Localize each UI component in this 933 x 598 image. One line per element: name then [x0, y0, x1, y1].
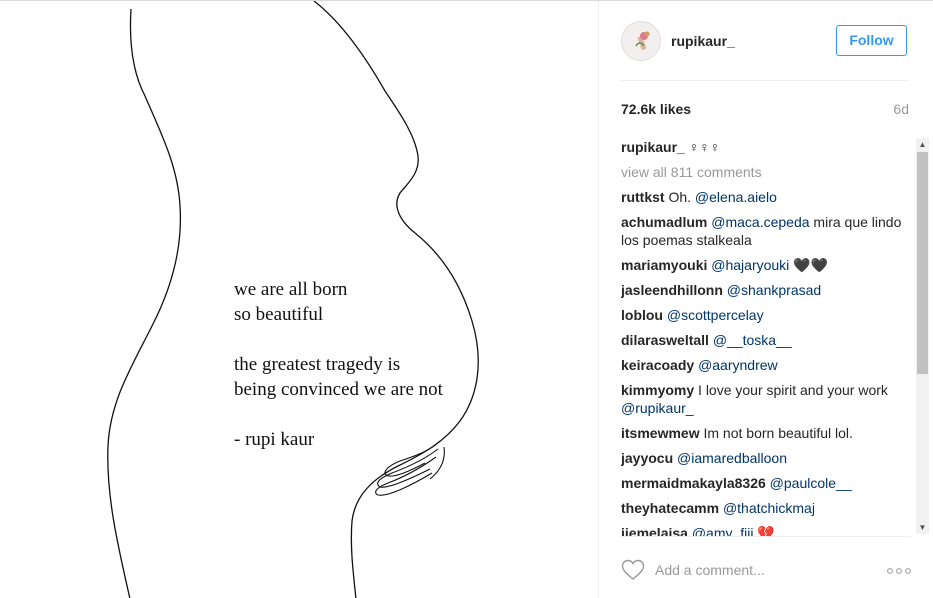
- avatar[interactable]: [621, 21, 661, 61]
- comments-list[interactable]: rupikaur_ ♀♀♀ view all 811 comments rutt…: [621, 138, 911, 536]
- comment-row: mariamyouki @hajaryouki 🖤🖤: [621, 256, 911, 274]
- comment-mention-link[interactable]: @paulcole__: [770, 475, 852, 491]
- poem-line: the greatest tragedy is: [234, 354, 401, 375]
- comment-row: kimmyomy I love your spirit and your wor…: [621, 381, 911, 417]
- comment-text: Oh.: [668, 189, 695, 205]
- comment-username[interactable]: jjemelaisa: [621, 525, 688, 536]
- comment-text: I love your spirit and your work: [698, 382, 888, 398]
- comment-text: Im not born beautiful lol.: [703, 425, 853, 441]
- post-sidebar: rupikaur_ Follow 72.6k likes 6d rupikaur…: [598, 1, 933, 598]
- comment-row: loblou @scottpercelay: [621, 306, 911, 324]
- scroll-up-arrow-icon[interactable]: ▲: [916, 138, 929, 151]
- poem-text: we are all born so beautiful the greates…: [234, 277, 443, 452]
- poem-line: we are all born: [234, 279, 348, 300]
- post-image[interactable]: we are all born so beautiful the greates…: [0, 1, 598, 598]
- follow-button[interactable]: Follow: [836, 25, 907, 56]
- comment-username[interactable]: theyhatecamm: [621, 500, 719, 516]
- comment-row: itsmewmew Im not born beautiful lol.: [621, 424, 911, 442]
- post-modal: we are all born so beautiful the greates…: [0, 0, 933, 598]
- comment-username[interactable]: jayyocu: [621, 450, 673, 466]
- comment-row: jjemelaisa @amy_fiji 💔: [621, 524, 911, 536]
- comment-mention-link[interactable]: @scottpercelay: [667, 307, 764, 323]
- comment-row: jasleendhillonn @shankprasad: [621, 281, 911, 299]
- comment-username[interactable]: jasleendhillonn: [621, 282, 723, 298]
- comment-row: ruttkst Oh. @elena.aielo: [621, 188, 911, 206]
- view-all-comments-link[interactable]: view all 811 comments: [621, 163, 911, 181]
- comments-scrollbar[interactable]: ▲ ▼: [916, 138, 929, 534]
- post-meta: 72.6k likes 6d: [621, 101, 909, 119]
- comment-mention-link[interactable]: @aaryndrew: [698, 357, 778, 373]
- comment-mention-link[interactable]: @elena.aielo: [695, 189, 777, 205]
- heart-outline-icon[interactable]: [621, 559, 645, 581]
- caption: rupikaur_ ♀♀♀: [621, 138, 911, 156]
- comment-mention-link[interactable]: @__toska__: [713, 332, 792, 348]
- caption-text: ♀♀♀: [688, 139, 721, 155]
- comment-row: keiracoady @aaryndrew: [621, 356, 911, 374]
- comment-username[interactable]: ruttkst: [621, 189, 665, 205]
- comment-text: 💔: [753, 525, 775, 536]
- comment-mention-link[interactable]: @rupikaur_: [621, 400, 694, 416]
- post-header: rupikaur_ Follow: [621, 21, 909, 81]
- comment-mention-link[interactable]: @hajaryouki: [711, 257, 789, 273]
- comment-username[interactable]: mermaidmakayla8326: [621, 475, 766, 491]
- comment-mention-link[interactable]: @iamaredballoon: [677, 450, 787, 466]
- comment-text: 🖤🖤: [789, 257, 829, 273]
- comment-row: mermaidmakayla8326 @paulcole__: [621, 474, 911, 492]
- comment-footer: [621, 536, 911, 598]
- comment-username[interactable]: mariamyouki: [621, 257, 707, 273]
- comment-mention-link[interactable]: @thatchickmaj: [723, 500, 815, 516]
- comment-row: dilarasweltall @__toska__: [621, 331, 911, 349]
- comment-row: theyhatecamm @thatchickmaj: [621, 499, 911, 517]
- likes-count[interactable]: 72.6k likes: [621, 101, 691, 117]
- comment-mention-link[interactable]: @shankprasad: [727, 282, 821, 298]
- comment-username[interactable]: dilarasweltall: [621, 332, 709, 348]
- comment-mention-link[interactable]: @maca.cepeda: [711, 214, 809, 230]
- comment-username[interactable]: achumadlum: [621, 214, 707, 230]
- ellipsis-icon[interactable]: [887, 567, 911, 575]
- comment-mention-link[interactable]: @amy_fiji: [692, 525, 754, 536]
- comment-username[interactable]: keiracoady: [621, 357, 694, 373]
- poem-line: so beautiful: [234, 304, 324, 325]
- add-comment-input[interactable]: [655, 559, 875, 581]
- caption-username[interactable]: rupikaur_: [621, 139, 685, 155]
- comment-row: achumadlum @maca.cepeda mira que lindo l…: [621, 213, 911, 249]
- comment-username[interactable]: itsmewmew: [621, 425, 700, 441]
- scroll-down-arrow-icon[interactable]: ▼: [916, 521, 929, 534]
- comment-row: jayyocu @iamaredballoon: [621, 449, 911, 467]
- scrollbar-thumb[interactable]: [917, 152, 928, 374]
- username-link[interactable]: rupikaur_: [671, 33, 735, 49]
- comment-username[interactable]: kimmyomy: [621, 382, 694, 398]
- poem-signature: - rupi kaur: [234, 429, 315, 450]
- poem-line: being convinced we are not: [234, 379, 443, 400]
- post-timestamp[interactable]: 6d: [893, 101, 909, 117]
- comment-username[interactable]: loblou: [621, 307, 663, 323]
